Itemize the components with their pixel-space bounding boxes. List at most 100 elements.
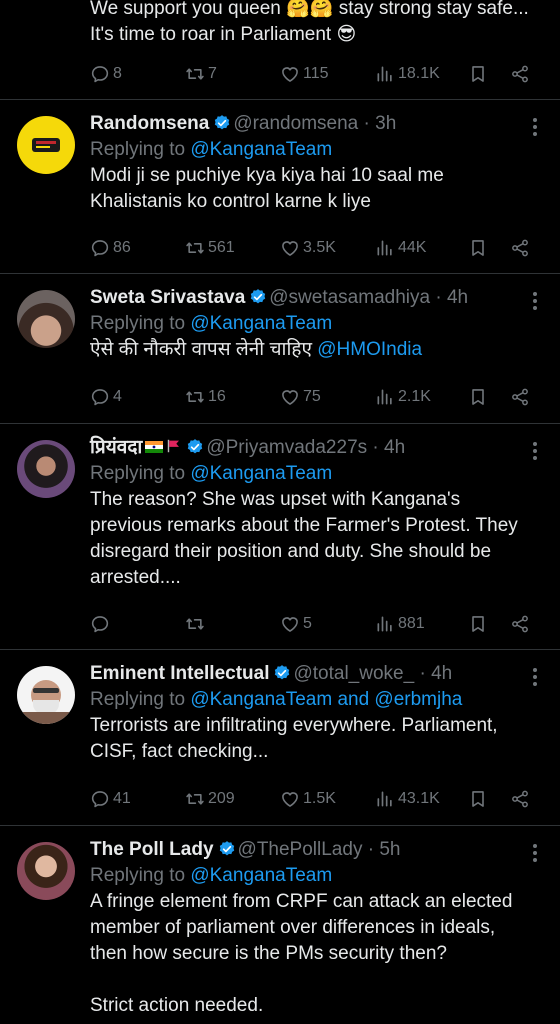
repost-icon [185,789,205,809]
tweet[interactable]: Randomsena @randomsena · 3h Replying to @… [0,100,560,274]
share-button[interactable] [510,610,530,638]
replying-to-link[interactable]: @KanganaTeam [190,139,332,160]
display-name[interactable]: प्रियंवदा [90,437,142,458]
like-button[interactable]: 75 [280,383,321,411]
more-icon[interactable] [532,292,538,313]
repost-icon [185,387,205,407]
views-button[interactable]: 18.1K [375,60,440,88]
avatar[interactable] [17,290,75,348]
more-icon[interactable] [532,844,538,865]
display-name[interactable]: Sweta Srivastava [90,287,245,308]
bookmark-icon [468,614,488,634]
repost-count: 7 [208,65,217,82]
share-button[interactable] [510,383,530,411]
like-button[interactable]: 5 [280,610,312,638]
repost-button[interactable]: 7 [185,60,217,88]
user-handle[interactable]: @total_woke_ [293,663,414,684]
views-button[interactable]: 881 [375,610,425,638]
tweet-partial[interactable]: We support you queen 🤗🤗 stay strong stay… [0,0,560,100]
tweet-text-line: Strict action needed. [90,995,264,1016]
timestamp[interactable]: · 5h [368,839,401,860]
action-bar: 86 561 3.5K 44K [90,234,540,262]
india-flag-icon [145,441,164,453]
share-icon [510,64,530,84]
views-count: 18.1K [398,65,440,82]
user-handle[interactable]: @Priyamvada227s [206,437,367,458]
display-name[interactable]: The Poll Lady [90,839,214,860]
replying-to: Replying to @KanganaTeam and @erbmjha [90,687,540,713]
timestamp[interactable]: · 3h [364,113,397,134]
views-button[interactable]: 43.1K [375,785,440,813]
action-bar: 41 209 1.5K 43.1K [90,785,540,813]
timestamp[interactable]: · 4h [372,437,405,458]
views-button[interactable]: 2.1K [375,383,431,411]
more-icon[interactable] [532,442,538,463]
like-button[interactable]: 3.5K [280,234,336,262]
repost-count: 16 [208,388,226,405]
timestamp[interactable]: · 4h [419,663,452,684]
replying-label: Replying to [90,463,186,484]
reply-count: 4 [113,388,122,405]
tweet-text-line: arrested.... [90,567,181,588]
action-bar: 8 7 115 18.1K [90,60,540,88]
share-icon [510,789,530,809]
replying-label: Replying to [90,139,186,160]
repost-button[interactable]: 16 [185,383,226,411]
avatar[interactable] [17,842,75,900]
avatar[interactable] [17,666,75,724]
avatar[interactable] [17,116,75,174]
action-bar: 4 16 75 2.1K [90,383,540,411]
tweet[interactable]: The Poll Lady @ThePollLady · 5h Replying … [0,826,560,1024]
display-name[interactable]: Randomsena [90,113,209,134]
reply-count: 41 [113,790,131,807]
avatar[interactable] [17,440,75,498]
bookmark-button[interactable] [468,785,488,813]
tweet[interactable]: Eminent Intellectual @total_woke_ · 4h Re… [0,650,560,826]
replying-to-link[interactable]: @KanganaTeam [190,313,332,334]
share-button[interactable] [510,60,530,88]
repost-icon [185,238,205,258]
replying-to-link[interactable]: @KanganaTeam [190,865,332,886]
user-handle[interactable]: @ThePollLady [238,839,363,860]
like-count: 3.5K [303,239,336,256]
bookmark-button[interactable] [468,383,488,411]
reply-button[interactable]: 4 [90,383,122,411]
mention-link[interactable]: @HMOIndia [317,339,422,360]
bookmark-button[interactable] [468,610,488,638]
repost-button[interactable] [185,610,208,638]
bookmark-button[interactable] [468,234,488,262]
repost-button[interactable]: 209 [185,785,235,813]
user-handle[interactable]: @swetasamadhiya [269,287,430,308]
more-icon[interactable] [532,668,538,689]
reply-button[interactable]: 86 [90,234,131,262]
bookmark-icon [468,387,488,407]
like-icon [280,238,300,258]
tweet-text: ऐसे की नौकरी वापस लेनी चाहिए [90,339,318,360]
views-icon [375,238,395,258]
like-button[interactable]: 115 [280,60,329,88]
replying-to-link[interactable]: @KanganaTeam and @erbmjha [190,689,462,710]
like-count: 1.5K [303,790,336,807]
reply-count: 8 [113,65,122,82]
tweet-text-line: member of parliament over differences in… [90,917,496,938]
share-button[interactable] [510,785,530,813]
reply-button[interactable]: 8 [90,60,122,88]
more-icon[interactable] [532,118,538,139]
timestamp[interactable]: · 4h [435,287,468,308]
display-name[interactable]: Eminent Intellectual [90,663,269,684]
reply-button[interactable] [90,610,113,638]
bookmark-icon [468,238,488,258]
action-bar: 5 881 [90,610,540,638]
tweet[interactable]: Sweta Srivastava @swetasamadhiya · 4h Rep… [0,274,560,424]
repost-button[interactable]: 561 [185,234,235,262]
replying-to-link[interactable]: @KanganaTeam [190,463,332,484]
tweet[interactable]: प्रियंवदा @Priyamvada227s · 4h Replying t… [0,424,560,650]
like-button[interactable]: 1.5K [280,785,336,813]
reply-button[interactable]: 41 [90,785,131,813]
reply-icon [90,387,110,407]
bookmark-button[interactable] [468,60,488,88]
reply-icon [90,789,110,809]
views-button[interactable]: 44K [375,234,426,262]
user-handle[interactable]: @randomsena [233,113,358,134]
share-button[interactable] [510,234,530,262]
